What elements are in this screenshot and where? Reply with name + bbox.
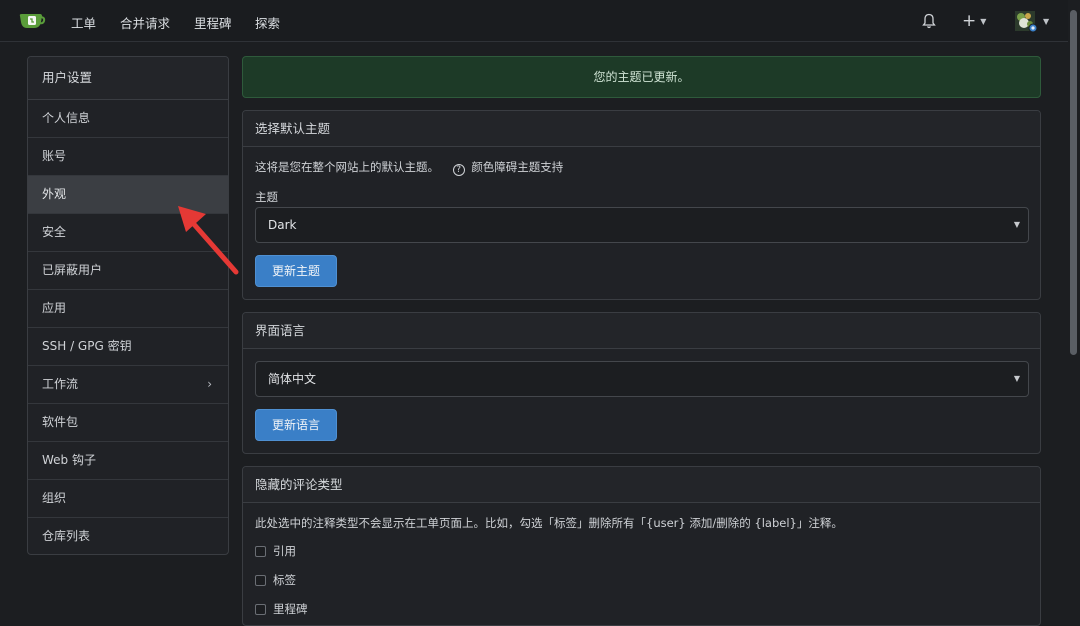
sidebar-item-actions[interactable]: 工作流 ›: [28, 366, 228, 404]
theme-panel-title: 选择默认主题: [243, 111, 1040, 147]
create-menu-button[interactable]: + ▼: [962, 10, 986, 32]
sidebar-item-label: 外观: [42, 187, 67, 201]
sidebar-item-label: 安全: [42, 225, 67, 239]
sidebar-item-label: 组织: [42, 491, 67, 505]
nav-milestones[interactable]: 里程碑: [194, 13, 232, 32]
color-blind-theme-link[interactable]: 颜色障碍主题支持: [471, 160, 563, 174]
sidebar-item-applications[interactable]: 应用: [28, 290, 228, 328]
sidebar-item-packages[interactable]: 软件包: [28, 404, 228, 442]
language-panel-title: 界面语言: [243, 313, 1040, 349]
sidebar-item-label: SSH / GPG 密钥: [42, 339, 132, 353]
theme-description: 这将是您在整个网站上的默认主题。: [255, 160, 439, 174]
checkbox-label: 标签: [273, 573, 296, 587]
checkbox-label: 引用: [273, 544, 296, 558]
checkbox[interactable]: [255, 574, 266, 586]
hidden-comment-types-description: 此处选中的注释类型不会显示在工单页面上。比如，勾选「标签」删除所有「{user}…: [255, 516, 843, 530]
plus-icon: +: [962, 11, 977, 31]
sidebar-item-label: 软件包: [42, 415, 79, 429]
caret-down-icon: ▼: [1013, 220, 1020, 229]
hidden-comment-types-panel: 隐藏的评论类型 此处选中的注释类型不会显示在工单页面上。比如，勾选「标签」删除所…: [242, 466, 1041, 626]
sidebar-item-account[interactable]: 账号: [28, 138, 228, 176]
theme-panel: 选择默认主题 这将是您在整个网站上的默认主题。 ? 颜色障碍主题支持 主题 Da…: [242, 110, 1041, 300]
sidebar-item-label: 应用: [42, 301, 67, 315]
sidebar-item-label: 账号: [42, 149, 67, 163]
sidebar-item-keys[interactable]: SSH / GPG 密钥: [28, 328, 228, 366]
theme-select-value: Dark: [268, 218, 297, 232]
user-menu-button[interactable]: ▼: [1013, 10, 1050, 33]
caret-down-icon: ▼: [980, 16, 987, 26]
sidebar-title: 用户设置: [28, 57, 228, 100]
success-flash: 您的主题已更新。: [242, 56, 1041, 98]
update-theme-button[interactable]: 更新主题: [255, 255, 337, 287]
sidebar-item-label: 个人信息: [42, 111, 91, 125]
sidebar-item-repositories[interactable]: 仓库列表: [28, 518, 228, 554]
nav-issues[interactable]: 工单: [71, 13, 96, 32]
sidebar-item-label: 工作流: [42, 377, 79, 391]
language-select-value: 简体中文: [268, 372, 317, 386]
comment-type-reference[interactable]: 引用: [255, 543, 296, 559]
sidebar-item-profile[interactable]: 个人信息: [28, 100, 228, 138]
nav-pull-requests[interactable]: 合并请求: [120, 13, 170, 32]
gitea-logo-icon[interactable]: [18, 10, 46, 32]
chevron-right-icon: ›: [207, 377, 212, 391]
language-panel: 界面语言 简体中文 ▼ 更新语言: [242, 312, 1041, 454]
sidebar-item-webhooks[interactable]: Web 钩子: [28, 442, 228, 480]
sidebar-item-label: 已屏蔽用户: [42, 263, 103, 277]
hidden-comment-types-title: 隐藏的评论类型: [243, 467, 1040, 503]
sidebar-item-blocked-users[interactable]: 已屏蔽用户: [28, 252, 228, 290]
caret-down-icon: ▼: [1043, 16, 1050, 26]
sidebar-item-label: 仓库列表: [42, 529, 91, 543]
page-scrollbar-track[interactable]: [1068, 0, 1080, 619]
settings-sidebar: 用户设置 个人信息 账号 外观 安全 已屏蔽用户 应用 SSH / GPG 密钥…: [27, 56, 229, 555]
comment-type-label[interactable]: 标签: [255, 572, 296, 588]
sidebar-item-security[interactable]: 安全: [28, 214, 228, 252]
sidebar-item-appearance[interactable]: 外观: [28, 176, 228, 214]
language-select[interactable]: 简体中文 ▼: [255, 361, 1029, 397]
checkbox[interactable]: [255, 545, 266, 557]
nav-explore[interactable]: 探索: [255, 13, 280, 32]
sidebar-item-label: Web 钩子: [42, 453, 96, 467]
page-scrollbar-thumb[interactable]: [1070, 10, 1077, 355]
question-icon: ?: [452, 164, 465, 176]
caret-down-icon: ▼: [1013, 374, 1020, 383]
checkbox-label: 里程碑: [273, 602, 308, 616]
theme-field-label: 主题: [255, 190, 278, 204]
avatar: [1015, 11, 1038, 33]
sidebar-item-organizations[interactable]: 组织: [28, 480, 228, 518]
checkbox[interactable]: [255, 603, 266, 615]
bell-icon: [922, 13, 936, 29]
update-language-button[interactable]: 更新语言: [255, 409, 337, 441]
notifications-button[interactable]: [922, 10, 936, 32]
comment-type-milestone[interactable]: 里程碑: [255, 601, 308, 617]
theme-select[interactable]: Dark ▼: [255, 207, 1029, 243]
top-navbar: 工单 合并请求 里程碑 探索 + ▼ ▼: [0, 0, 1080, 42]
